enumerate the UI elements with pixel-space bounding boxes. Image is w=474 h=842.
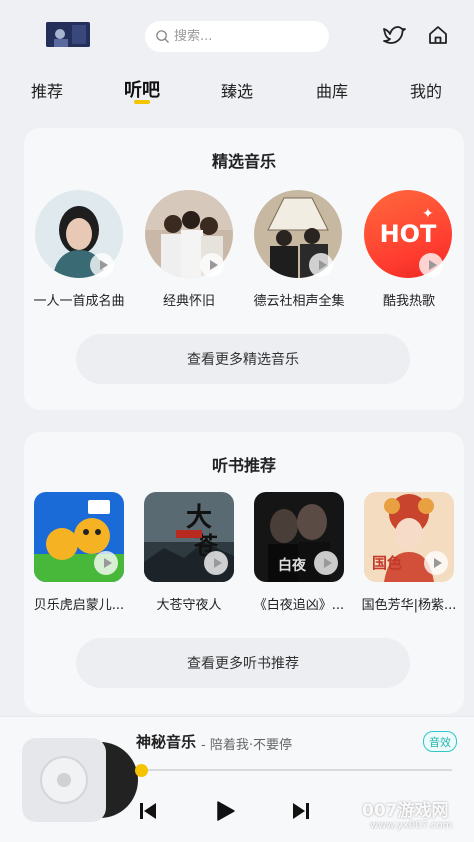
- search-icon: [156, 30, 169, 43]
- sound-effect-button[interactable]: 音效: [423, 731, 457, 752]
- album-cover-placeholder: [22, 738, 106, 822]
- play-icon[interactable]: [90, 253, 114, 277]
- audiobook-card: 听书推荐 贝乐虎启蒙儿... 大 苍 大苍守夜人 白夜 《白夜追凶》... 国色…: [24, 432, 464, 714]
- svg-text:白夜: 白夜: [278, 557, 307, 574]
- watermark-url: www.yx007.com: [370, 820, 453, 831]
- featured-label-3[interactable]: 德云社相声全集: [244, 290, 354, 309]
- top-bar: [0, 0, 474, 70]
- song-subtitle: - 陪着我·不要停: [201, 738, 292, 753]
- avatar[interactable]: [46, 22, 90, 47]
- play-icon[interactable]: [314, 551, 338, 575]
- tab-mine[interactable]: 我的: [410, 78, 442, 102]
- play-icon[interactable]: [200, 253, 224, 277]
- top-tabs: 推荐 听吧 臻选 曲库 我的: [0, 70, 474, 110]
- featured-label-1[interactable]: 一人一首成名曲: [24, 290, 134, 309]
- featured-label-2[interactable]: 经典怀旧: [134, 290, 244, 309]
- more-audiobooks-button[interactable]: 查看更多听书推荐: [76, 638, 410, 688]
- play-icon[interactable]: [94, 551, 118, 575]
- home-icon[interactable]: [425, 22, 451, 48]
- audiobook-label-2[interactable]: 大苍守夜人: [134, 594, 244, 613]
- audiobook-label-4[interactable]: 国色芳华|杨紫...: [354, 594, 464, 613]
- featured-label-4[interactable]: 酷我热歌: [354, 290, 464, 309]
- svg-text:国色: 国色: [372, 554, 402, 572]
- sparkle-icon: ✦: [422, 206, 434, 222]
- song-title: 神秘音乐: [136, 733, 197, 751]
- watermark-brand: 007游戏网: [362, 801, 449, 821]
- svg-text:大: 大: [186, 503, 212, 533]
- featured-music-title: 精选音乐: [211, 152, 276, 171]
- album-art[interactable]: [22, 738, 138, 822]
- play-icon[interactable]: [204, 551, 228, 575]
- audiobook-label-1[interactable]: 贝乐虎启蒙儿...: [24, 594, 134, 613]
- next-icon[interactable]: [289, 799, 313, 823]
- progress-track[interactable]: [142, 769, 452, 771]
- tab-library[interactable]: 曲库: [316, 78, 348, 102]
- bird-icon[interactable]: [381, 22, 407, 48]
- disc-icon: [40, 756, 88, 804]
- tab-recommend[interactable]: 推荐: [31, 78, 63, 102]
- active-tab-indicator: [134, 100, 150, 104]
- tab-tingba[interactable]: 听吧: [124, 76, 160, 102]
- play-icon[interactable]: [419, 253, 443, 277]
- hot-badge-text: HOT: [379, 220, 437, 248]
- play-pause-icon[interactable]: [213, 799, 237, 823]
- featured-music-card: 精选音乐 一人一首成名曲 经典怀旧 德云社相声全集 HOT ✦ 酷我热歌 查看更…: [24, 128, 464, 410]
- more-featured-music-button[interactable]: 查看更多精选音乐: [76, 334, 410, 384]
- audiobook-label-3[interactable]: 《白夜追凶》...: [244, 594, 354, 613]
- play-icon[interactable]: [309, 253, 333, 277]
- play-icon[interactable]: [424, 551, 448, 575]
- previous-icon[interactable]: [136, 799, 160, 823]
- tab-zhenxuan[interactable]: 臻选: [221, 78, 253, 102]
- audiobook-title: 听书推荐: [211, 456, 276, 475]
- progress-knob[interactable]: [135, 764, 148, 777]
- search-bar[interactable]: [145, 21, 329, 52]
- search-input[interactable]: [174, 29, 314, 44]
